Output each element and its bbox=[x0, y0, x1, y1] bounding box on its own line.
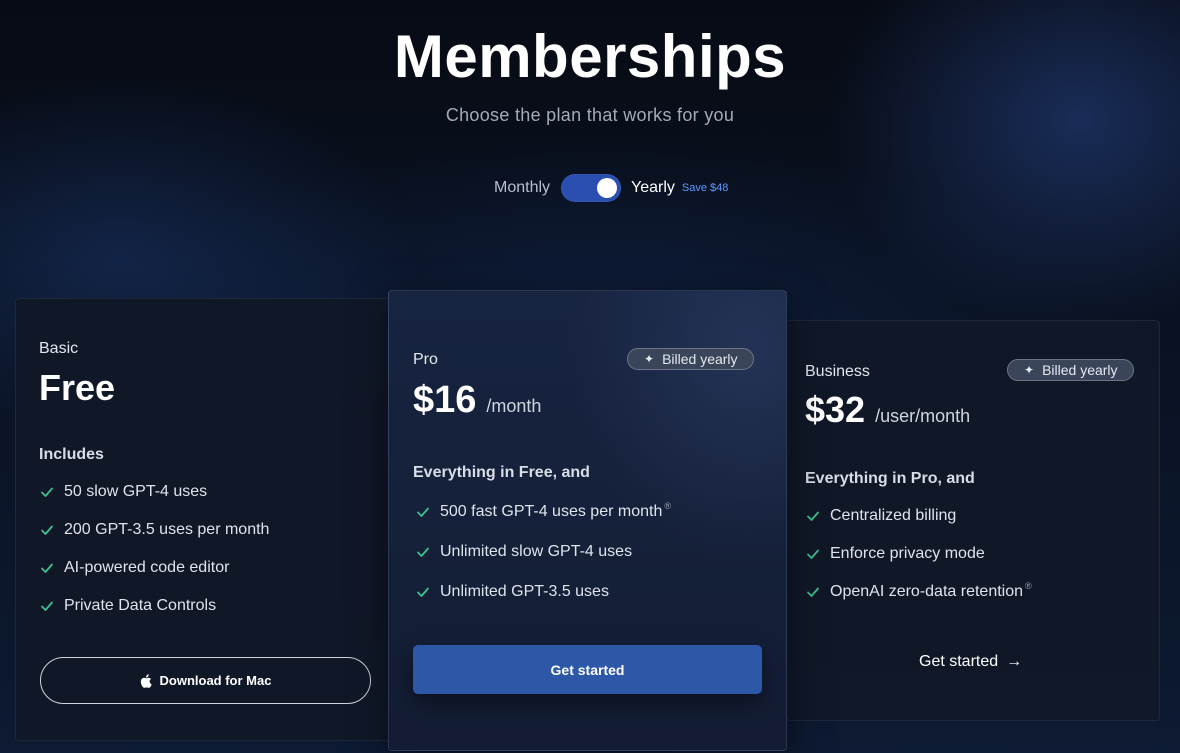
price-suffix: /month bbox=[486, 396, 542, 416]
get-started-business-button[interactable]: Get started → bbox=[919, 653, 1022, 671]
check-icon bbox=[807, 587, 819, 597]
feature-item: Private Data Controls bbox=[40, 596, 269, 616]
billed-yearly-badge: ✦ Billed yearly bbox=[1007, 359, 1134, 381]
features-heading: Includes bbox=[39, 446, 104, 463]
save-badge: Save $48 bbox=[681, 182, 729, 194]
check-icon bbox=[417, 507, 429, 517]
badge-label: Billed yearly bbox=[1042, 362, 1118, 378]
feature-list: 50 slow GPT-4 uses 200 GPT-3.5 uses per … bbox=[40, 482, 269, 616]
check-icon bbox=[41, 563, 53, 573]
info-icon[interactable]: ® bbox=[1025, 581, 1032, 591]
check-icon bbox=[41, 487, 53, 497]
yearly-label[interactable]: Yearly bbox=[631, 179, 675, 197]
feature-item: 50 slow GPT-4 uses bbox=[40, 482, 269, 502]
get-started-pro-button[interactable]: Get started bbox=[413, 645, 762, 694]
info-icon[interactable]: ® bbox=[664, 501, 671, 511]
toggle-knob bbox=[597, 178, 618, 198]
button-label: Download for Mac bbox=[159, 673, 272, 688]
sparkle-icon: ✦ bbox=[1024, 363, 1035, 377]
features-heading: Everything in Free, and bbox=[413, 464, 590, 481]
feature-text: 200 GPT-3.5 uses per month bbox=[64, 521, 270, 538]
feature-list: 500 fast GPT-4 uses per month ® Unlimite… bbox=[416, 501, 671, 602]
plan-price-row: $32 /user/month bbox=[805, 389, 970, 431]
badge-label: Billed yearly bbox=[662, 351, 738, 367]
sparkle-icon: ✦ bbox=[644, 352, 655, 366]
price-suffix: /user/month bbox=[875, 406, 971, 426]
feature-text: Unlimited slow GPT-4 uses bbox=[440, 543, 633, 560]
billing-toggle-switch[interactable] bbox=[561, 174, 622, 202]
feature-text: Enforce privacy mode bbox=[830, 545, 985, 562]
feature-text: Private Data Controls bbox=[64, 597, 217, 614]
check-icon bbox=[41, 525, 53, 535]
button-label: Get started bbox=[550, 661, 625, 678]
feature-text: Centralized billing bbox=[830, 507, 957, 524]
download-for-mac-button[interactable]: Download for Mac bbox=[40, 657, 371, 704]
check-icon bbox=[807, 511, 819, 521]
check-icon bbox=[807, 549, 819, 559]
plan-price: $32 bbox=[805, 389, 866, 430]
page-title: Memberships bbox=[393, 23, 787, 90]
feature-text: OpenAI zero-data retention bbox=[830, 583, 1024, 600]
feature-item: OpenAI zero-data retention ® bbox=[806, 581, 1032, 602]
plan-price-row: $16 /month bbox=[413, 379, 541, 422]
page-subtitle: Choose the plan that works for you bbox=[445, 105, 735, 125]
check-icon bbox=[417, 547, 429, 557]
feature-item: Unlimited slow GPT-4 uses bbox=[416, 542, 671, 562]
features-heading: Everything in Pro, and bbox=[805, 470, 975, 487]
plan-price: $16 bbox=[413, 379, 477, 421]
feature-item: 200 GPT-3.5 uses per month bbox=[40, 520, 269, 540]
feature-item: AI-powered code editor bbox=[40, 558, 269, 578]
feature-list: Centralized billing Enforce privacy mode… bbox=[806, 506, 1032, 602]
check-icon bbox=[417, 587, 429, 597]
button-label: Get started bbox=[919, 653, 999, 670]
feature-text: 500 fast GPT-4 uses per month bbox=[440, 503, 663, 520]
plan-name: Business bbox=[805, 363, 870, 380]
plan-price: Free bbox=[39, 367, 116, 408]
feature-item: Unlimited GPT-3.5 uses bbox=[416, 582, 671, 602]
feature-text: AI-powered code editor bbox=[64, 559, 230, 576]
feature-text: Unlimited GPT-3.5 uses bbox=[440, 583, 609, 600]
feature-item: Enforce privacy mode bbox=[806, 544, 1032, 564]
feature-item: Centralized billing bbox=[806, 506, 1032, 526]
check-icon bbox=[41, 601, 53, 611]
plan-name: Basic bbox=[39, 340, 79, 357]
plan-name: Pro bbox=[413, 351, 438, 368]
plan-card-business: Business ✦ Billed yearly $32 /user/month… bbox=[786, 320, 1160, 721]
arrow-right-icon: → bbox=[1006, 653, 1023, 670]
apple-icon bbox=[140, 673, 152, 688]
feature-item: 500 fast GPT-4 uses per month ® bbox=[416, 501, 671, 522]
monthly-label[interactable]: Monthly bbox=[494, 179, 550, 197]
plan-card-basic: Basic Free Includes 50 slow GPT-4 uses 2… bbox=[15, 298, 395, 741]
feature-text: 50 slow GPT-4 uses bbox=[64, 483, 208, 500]
billing-toggle-row: Monthly Yearly Save $48 bbox=[494, 174, 728, 202]
billed-yearly-badge: ✦ Billed yearly bbox=[627, 348, 754, 370]
plan-card-pro: Pro ✦ Billed yearly $16 /month Everythin… bbox=[388, 290, 787, 751]
